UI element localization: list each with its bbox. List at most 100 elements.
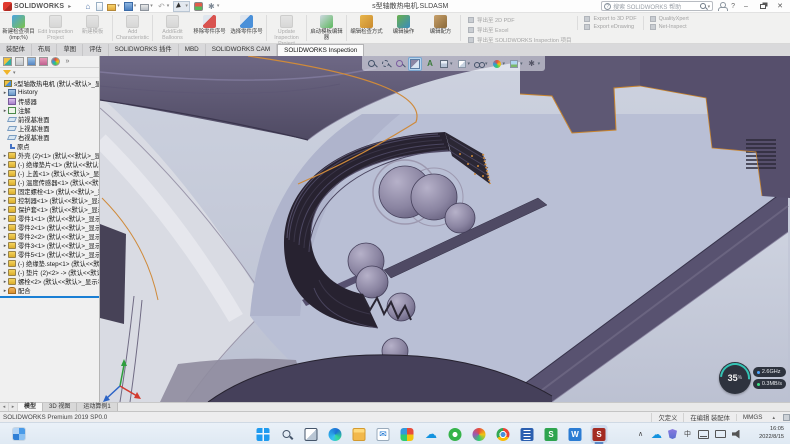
tab-scroll-left-icon[interactable]	[0, 403, 9, 411]
taskbar-app-button[interactable]	[279, 425, 296, 443]
tree-item[interactable]: ▸ 零件5<1> (默认<<默认>_显示状态	[0, 250, 99, 259]
ribbon-button[interactable]: 启动模板编辑器	[308, 13, 345, 43]
tree-item[interactable]: 前视基准面	[0, 115, 99, 124]
tree-item[interactable]: ▸ (-) 温度传感器<1> (默认<<默认>_	[0, 178, 99, 187]
command-tab[interactable]: 评估	[83, 44, 109, 56]
tree-item[interactable]: ▸ 保护套<1> (默认<<默认>_显示状	[0, 205, 99, 214]
dropdown-caret-icon[interactable]	[450, 60, 453, 67]
status-tag-icon[interactable]	[783, 414, 790, 421]
ribbon-button[interactable]: Add/Edit Balloons	[154, 13, 191, 43]
taskbar-app-button[interactable]	[375, 425, 392, 443]
export-menu-item[interactable]: Export eDrawing	[584, 24, 636, 30]
ribbon-button[interactable]: 选择零件序号	[228, 13, 265, 43]
quick-access-button[interactable]: ▾	[107, 2, 120, 11]
taskbar-app-button[interactable]	[255, 425, 272, 443]
command-tab[interactable]: 布局	[32, 44, 58, 56]
quick-access-button[interactable]	[96, 2, 103, 11]
view-tool-button[interactable]	[526, 58, 542, 70]
tree-item[interactable]: ▸ (-) 绝缘垫片<1> (默认<<默认>_显	[0, 160, 99, 169]
view-tool-button[interactable]	[408, 57, 422, 71]
menu-flyout-arrow-icon[interactable]	[68, 3, 71, 10]
export-menu-item[interactable]: 导出至 SOLIDWORKS Inspection 项目	[468, 36, 571, 44]
tray-icon[interactable]: ∧	[636, 427, 645, 441]
view-tool-button[interactable]	[424, 58, 436, 70]
tree-item[interactable]: 原点	[0, 142, 99, 151]
dropdown-caret-icon[interactable]: ▾	[134, 3, 137, 9]
panel-tab[interactable]	[51, 57, 60, 66]
tray-icon[interactable]	[698, 430, 709, 439]
filter-caret-icon[interactable]	[13, 69, 16, 76]
performance-widget[interactable]: 35% 2.6GHz 0.3MB/s	[719, 362, 786, 394]
export-menu-item[interactable]: Net-Inspect	[650, 24, 689, 30]
view-tool-button[interactable]	[473, 58, 489, 70]
taskbar-app-button[interactable]	[447, 425, 464, 443]
export-menu-item[interactable]: 导出至 2D PDF	[468, 16, 571, 24]
ribbon-button[interactable]: 编辑检查方式	[348, 13, 385, 43]
close-button[interactable]: ✕	[774, 1, 786, 12]
filter-funnel-icon[interactable]	[3, 70, 11, 75]
user-account-icon[interactable]	[718, 2, 726, 10]
ribbon-button[interactable]: 新建模板	[74, 13, 111, 43]
tree-item[interactable]: ▸ (-) 绝缘垫.step<1> (默认<<默认>_	[0, 259, 99, 268]
panel-tab[interactable]	[3, 57, 12, 66]
view-tool-button[interactable]	[491, 58, 507, 70]
ribbon-button[interactable]: Add Characteristic	[114, 13, 151, 43]
document-tab[interactable]: 模型	[18, 403, 43, 411]
dropdown-caret-icon[interactable]	[503, 60, 506, 67]
help-button[interactable]: ?	[731, 3, 735, 10]
panel-tab[interactable]: »	[63, 57, 72, 66]
tree-root-item[interactable]: s型轴散热电机 (默认<默认>_显示状态-1	[0, 79, 99, 88]
taskbar-app-button[interactable]	[351, 425, 368, 443]
status-item[interactable]: 在编辑 装配体	[683, 413, 736, 422]
dropdown-caret-icon[interactable]: ▾	[150, 3, 153, 9]
ribbon-button[interactable]: 编辑配方	[422, 13, 459, 43]
tray-icon[interactable]	[715, 430, 726, 438]
taskbar-app-button[interactable]: W	[567, 425, 584, 443]
panel-tab[interactable]	[15, 57, 24, 66]
quick-access-button[interactable]: ▾	[140, 2, 153, 11]
3d-viewport[interactable]: 35% 2.6GHz 0.3MB/s	[100, 56, 790, 402]
tray-icon[interactable]	[668, 429, 677, 439]
tree-item[interactable]: ▸ 配合	[0, 286, 99, 295]
quick-access-button[interactable]	[194, 2, 203, 11]
tree-item[interactable]: 右视基准面	[0, 133, 99, 142]
dropdown-caret-icon[interactable]	[485, 60, 488, 67]
minimize-button[interactable]: –	[740, 1, 752, 12]
taskbar-app-button[interactable]: S	[591, 425, 608, 443]
tray-icon[interactable]	[651, 427, 662, 441]
view-tool-button[interactable]	[456, 58, 472, 70]
taskbar-app-button[interactable]	[519, 425, 536, 443]
dropdown-caret-icon[interactable]: ▾	[185, 3, 188, 9]
command-tab[interactable]: 草图	[57, 44, 83, 56]
tree-item[interactable]: ▸ 螺栓<2> (默认<<默认>_显示状态	[0, 277, 99, 286]
command-tab[interactable]: SOLIDWORKS CAM	[206, 44, 277, 56]
view-tool-button[interactable]	[438, 58, 454, 70]
tree-item[interactable]: 传感器	[0, 97, 99, 106]
cpu-usage-dial[interactable]: 35%	[719, 362, 751, 394]
tree-item[interactable]: ▸ 零件2<1> (默认<<默认>_显示状态	[0, 223, 99, 232]
tree-item[interactable]: ▸ 零件2<2> (默认<<默认>_显示状态	[0, 232, 99, 241]
taskbar-app-button[interactable]	[303, 425, 320, 443]
dropdown-caret-icon[interactable]: ▾	[167, 3, 170, 9]
tray-icon[interactable]: 中	[683, 427, 692, 441]
dropdown-caret-icon[interactable]: ▾	[117, 3, 120, 9]
search-icon[interactable]	[700, 3, 706, 9]
view-tool-button[interactable]	[394, 58, 406, 70]
tree-item[interactable]: ▸ 零件1<1> (默认<<默认>_显示状态	[0, 214, 99, 223]
view-tool-button[interactable]	[508, 58, 524, 70]
taskbar-app-button[interactable]	[495, 425, 512, 443]
export-menu-item[interactable]: 导出至 Excel	[468, 26, 571, 34]
tree-item[interactable]: ▸ 固定螺栓<1> (默认<<默认>_显示	[0, 187, 99, 196]
restore-button[interactable]	[757, 1, 769, 12]
command-tab[interactable]: SOLIDWORKS 插件	[109, 44, 179, 56]
tree-item[interactable]: ▸ 注解	[0, 106, 99, 115]
command-tab[interactable]: SOLIDWORKS Inspection	[277, 44, 364, 56]
help-search-box[interactable]: 搜索 SOLIDWORKS 帮助	[601, 1, 713, 11]
dropdown-caret-icon[interactable]	[520, 60, 523, 67]
taskbar-app-button[interactable]: S	[543, 425, 560, 443]
model-canvas[interactable]	[100, 56, 790, 402]
panel-tab[interactable]	[39, 57, 48, 66]
tree-item[interactable]: ▸ History	[0, 88, 99, 97]
view-tool-button[interactable]	[380, 58, 392, 70]
ribbon-button[interactable]: 编辑操作	[385, 13, 422, 43]
